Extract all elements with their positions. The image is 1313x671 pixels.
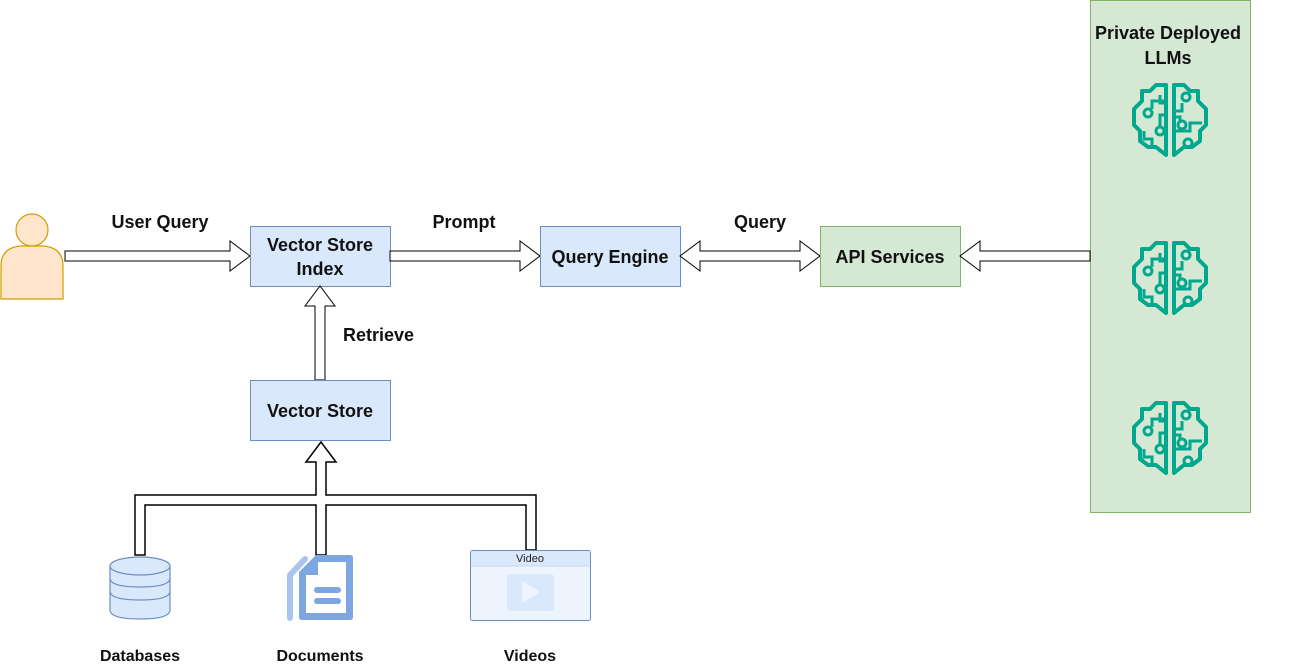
vector-store-label: Vector Store <box>267 401 373 421</box>
vector-store-index-label-line1: Vector Store <box>267 235 373 255</box>
edge-label-prompt: Prompt <box>433 212 496 232</box>
videos-label: Videos <box>504 648 556 665</box>
llm-panel-title-line2: LLMs <box>1145 48 1192 68</box>
arrow-llms-to-api-services <box>959 240 1091 272</box>
arrow-query-engine-api-services <box>679 240 821 272</box>
database-icon[interactable] <box>109 556 171 620</box>
vector-store-index-label-line2: Index <box>296 259 343 279</box>
document-icon[interactable] <box>287 555 353 621</box>
arrow-vector-store-to-index <box>304 285 336 381</box>
documents-label: Documents <box>276 648 363 665</box>
llm-panel[interactable] <box>1090 0 1251 513</box>
edge-label-retrieve: Retrieve <box>343 325 414 345</box>
query-engine-label: Query Engine <box>551 247 668 267</box>
arrow-user-to-index <box>64 240 251 272</box>
api-services-label: API Services <box>835 247 944 267</box>
architecture-diagram: Private Deployed LLMs User Query Vector … <box>0 0 1251 665</box>
video-window-title: Video <box>516 553 544 565</box>
edge-label-query: Query <box>734 212 786 232</box>
llm-panel-title-line1: Private Deployed <box>1095 23 1241 43</box>
edge-label-user-query: User Query <box>111 212 208 232</box>
arrow-sources-to-vector-store <box>134 440 537 556</box>
databases-label: Databases <box>100 648 180 665</box>
user-icon[interactable] <box>0 213 64 300</box>
arrow-index-to-query-engine <box>389 240 541 272</box>
